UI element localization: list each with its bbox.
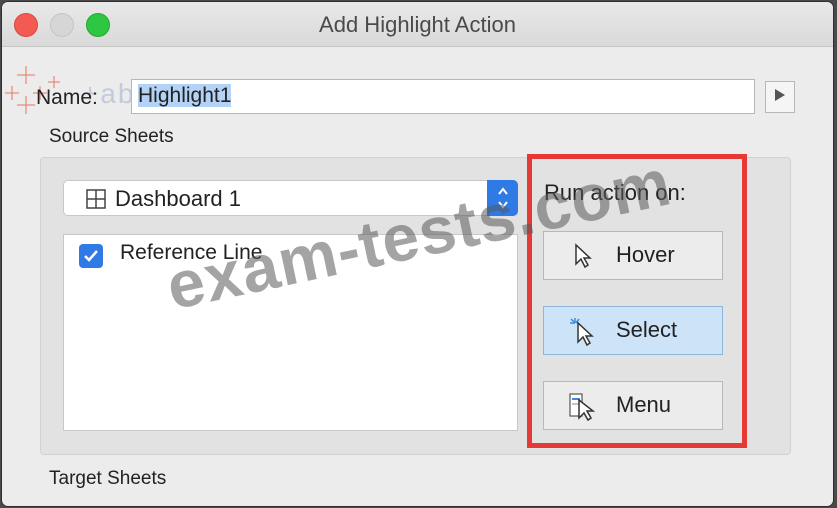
select-cursor-icon (570, 318, 594, 347)
name-input[interactable]: Highlight1 (131, 79, 755, 114)
select-button[interactable]: Select (543, 306, 723, 355)
play-arrow-icon (775, 89, 785, 101)
hover-label: Hover (616, 242, 675, 267)
checkmark-icon (84, 250, 98, 262)
menu-button[interactable]: Menu (543, 381, 723, 430)
name-input-value: Highlight1 (138, 84, 232, 107)
target-sheets-label: Target Sheets (49, 468, 167, 489)
reference-line-checkbox[interactable] (79, 244, 103, 268)
source-sheets-label: Source Sheets (49, 126, 174, 147)
insert-field-button[interactable] (765, 81, 795, 113)
name-label: Name: (36, 86, 98, 109)
title-bar[interactable]: Add Highlight Action (2, 2, 833, 47)
menu-cursor-icon (569, 393, 596, 422)
menu-label: Menu (616, 392, 672, 417)
window-title: Add Highlight Action (319, 12, 516, 37)
select-label: Select (616, 317, 678, 342)
dashboard-grid-icon (86, 189, 106, 209)
hover-cursor-icon (575, 243, 592, 269)
dropdown-value: Dashboard 1 (115, 186, 241, 211)
